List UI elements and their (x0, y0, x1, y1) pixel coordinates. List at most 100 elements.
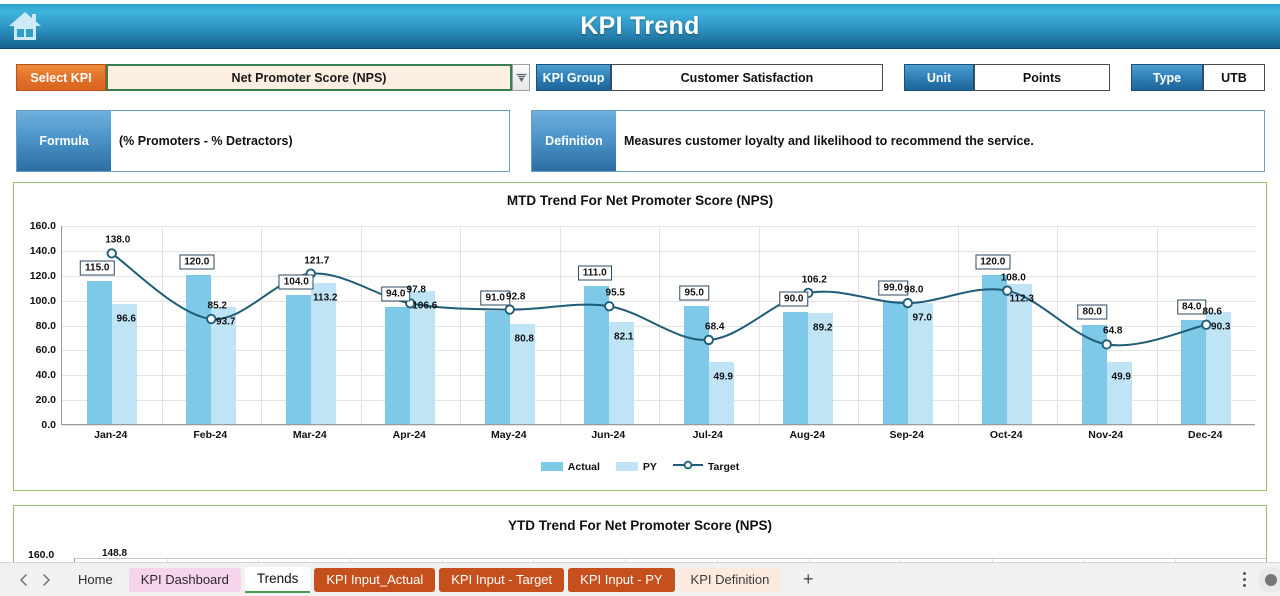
data-label-actual: 90.0 (779, 291, 809, 307)
data-label-target: 64.8 (1103, 325, 1123, 337)
data-label-py: 82.1 (614, 331, 634, 343)
legend-label-actual: Actual (567, 460, 600, 473)
legend-item-py[interactable]: PY (615, 460, 657, 473)
sheet-tab-trends[interactable]: Trends (244, 566, 311, 593)
type-label: Type (1131, 64, 1203, 91)
select-kpi-label: Select KPI (16, 64, 106, 91)
x-axis-tick: Feb-24 (193, 429, 228, 441)
y-axis-tick: 140.0 (29, 244, 56, 257)
data-label-actual: 120.0 (179, 254, 215, 270)
data-label-actual: 80.0 (1077, 304, 1107, 319)
x-axis-tick: May-24 (490, 429, 527, 441)
chevron-down-icon[interactable] (512, 64, 530, 91)
data-label-py: 49.9 (1111, 371, 1131, 383)
data-label-py: 93.7 (216, 316, 236, 328)
chart-legend: Actual PY Target (14, 460, 1266, 473)
data-label-target: 106.2 (801, 274, 827, 286)
kpi-info-row: Formula (% Promoters - % Detractors) Def… (0, 110, 1280, 172)
kpi-selector-row: Select KPI Net Promoter Score (NPS) KPI … (0, 64, 1280, 92)
sheet-tab-kpi-dashboard[interactable]: KPI Dashboard (128, 567, 241, 592)
formula-value: (% Promoters - % Detractors) (111, 111, 509, 171)
data-label-target: 108.0 (1000, 272, 1026, 284)
y-axis-tick: 20.0 (35, 394, 56, 407)
sheet-tab-kpi-input-actual[interactable]: KPI Input_Actual (314, 567, 436, 592)
legend-label-target: Target (707, 460, 740, 473)
data-label-target: 68.4 (705, 321, 725, 333)
data-label-py: 97.0 (912, 312, 932, 324)
tab-bar-right-controls (1236, 566, 1280, 593)
ytd-y-axis-tick: 160.0 (28, 549, 55, 561)
y-axis-tick: 100.0 (29, 294, 56, 307)
x-axis-tick: Oct-24 (989, 429, 1023, 441)
sheet-tabs: Home KPI Dashboard Trends KPI Input_Actual K… (66, 566, 785, 593)
data-label-py: 112.3 (1009, 293, 1034, 305)
data-label-py: 96.6 (116, 313, 136, 325)
x-axis-tick: Jul-24 (692, 429, 723, 441)
data-label-py: 49.9 (713, 371, 733, 383)
data-label-py: 80.8 (514, 333, 534, 344)
legend-swatch-target (672, 460, 703, 473)
y-axis-tick: 60.0 (35, 344, 56, 357)
data-label-target: 80.6 (1202, 306, 1222, 318)
kebab-menu-icon[interactable] (1236, 569, 1252, 591)
legend-swatch-py (615, 462, 638, 471)
data-label-py: 113.2 (313, 292, 338, 304)
formula-label: Formula (17, 111, 111, 171)
kpi-trend-page: KPI Trend Select KPI Net Promoter Score … (0, 0, 1280, 596)
sheet-tab-kpi-definition[interactable]: KPI Definition (678, 567, 782, 592)
formula-panel: Formula (% Promoters - % Detractors) (16, 110, 510, 172)
chart-plot-area: 115.0 96.6 138.0 120.0 93.7 85.2 104.0 113.2 121… (61, 226, 1255, 426)
legend-item-target[interactable]: Target (672, 460, 740, 473)
chevron-right-icon[interactable] (40, 573, 52, 587)
sheet-tab-bar: Home KPI Dashboard Trends KPI Input_Actual K… (0, 562, 1280, 596)
unit-value: Points (974, 64, 1110, 91)
legend-label-py: PY (642, 460, 657, 473)
data-label-actual: 115.0 (80, 260, 115, 276)
y-axis-tick-labels: 0.0 20.0 40.0 60.0 80.0 100.0 120.0 140.0 160.0 (14, 220, 58, 431)
data-label-target: 138.0 (105, 234, 131, 246)
legend-item-actual[interactable]: Actual (540, 460, 600, 473)
page-header: KPI Trend (0, 4, 1280, 49)
x-axis-tick-labels: Jan-24 Feb-24 Mar-24 Apr-24 May-24 Jun-24 Jul-… (61, 429, 1255, 447)
x-axis-tick: Jun-24 (591, 429, 626, 441)
chevron-left-icon[interactable] (18, 573, 30, 587)
sheet-tab-home[interactable]: Home (66, 568, 125, 592)
sheet-tab-kpi-input-target[interactable]: KPI Input - Target (439, 567, 565, 592)
x-axis-tick: Mar-24 (292, 429, 327, 441)
data-label-target: 98.0 (904, 284, 924, 296)
plus-icon[interactable]: + (791, 567, 825, 593)
target-line-series (106, 248, 1212, 350)
data-label-actual: 104.0 (278, 274, 314, 290)
gridline (62, 425, 1255, 426)
x-axis-tick: Aug-24 (789, 429, 826, 441)
sheet-nav-arrows (0, 573, 66, 587)
y-axis-tick: 120.0 (29, 269, 56, 282)
y-axis-tick: 40.0 (35, 369, 56, 382)
x-axis-tick: Apr-24 (392, 429, 426, 441)
ytd-trend-chart[interactable]: YTD Trend For Net Promoter Score (NPS) 1… (13, 505, 1267, 565)
x-axis-tick: Sep-24 (889, 429, 924, 441)
data-label-py: 90.3 (1211, 321, 1231, 333)
type-value: UTB (1203, 64, 1265, 91)
kpi-group-value: Customer Satisfaction (611, 64, 883, 91)
y-axis-tick: 0.0 (41, 419, 56, 431)
select-kpi-dropdown[interactable]: Net Promoter Score (NPS) (106, 64, 512, 91)
select-kpi-value: Net Promoter Score (NPS) (231, 70, 387, 85)
definition-panel: Definition Measures customer loyalty and… (531, 110, 1265, 172)
x-axis-tick: Dec-24 (1188, 429, 1223, 441)
mtd-trend-chart[interactable]: MTD Trend For Net Promoter Score (NPS) 0… (13, 182, 1267, 491)
data-label-target: 92.8 (506, 291, 526, 303)
x-axis-tick: Jan-24 (94, 429, 128, 441)
x-axis-tick: Nov-24 (1088, 429, 1124, 441)
ytd-chart-title: YTD Trend For Net Promoter Score (NPS) (507, 518, 773, 533)
page-title: KPI Trend (580, 11, 700, 40)
data-label-py: 89.2 (813, 322, 833, 334)
y-axis-tick: 80.0 (35, 319, 56, 332)
data-label-actual: 111.0 (577, 265, 612, 281)
definition-value: Measures customer loyalty and likelihood… (616, 111, 1264, 171)
sheet-tab-kpi-input-py[interactable]: KPI Input - PY (568, 567, 675, 592)
definition-label: Definition (532, 111, 616, 171)
y-axis-tick: 160.0 (29, 220, 56, 232)
home-icon[interactable] (8, 10, 42, 42)
scroll-handle[interactable] (1258, 566, 1280, 593)
